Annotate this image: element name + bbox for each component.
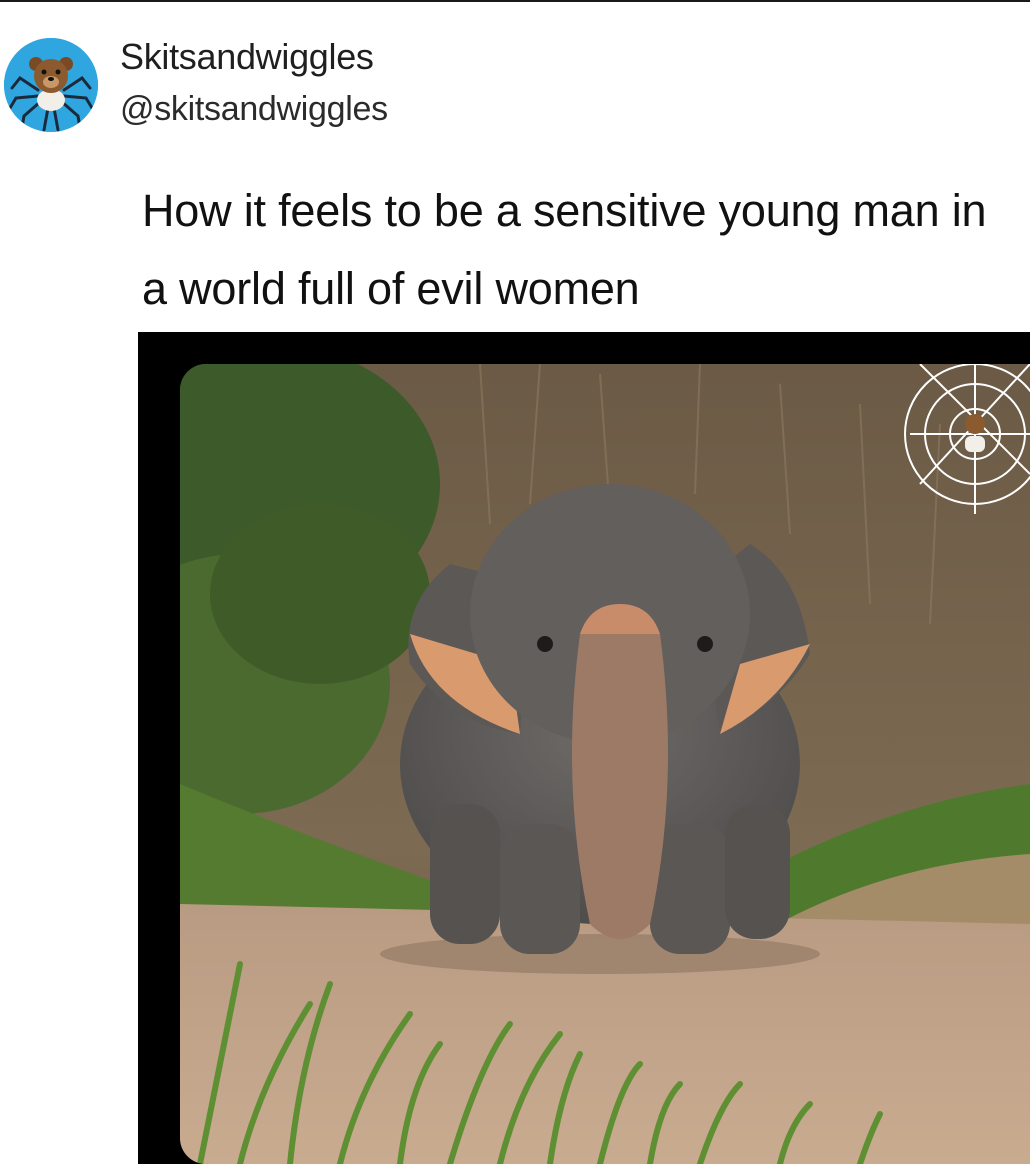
author-display-name[interactable]: Skitsandwiggles xyxy=(120,36,374,78)
bear-spider-avatar-icon xyxy=(4,38,98,132)
tweet-text: How it feels to be a sensitive young man… xyxy=(142,185,987,314)
author-avatar[interactable] xyxy=(4,38,98,132)
author-handle[interactable]: @skitsandwiggles xyxy=(120,90,388,129)
tweet-media[interactable] xyxy=(138,332,1030,1164)
elephant-photo xyxy=(180,364,1030,1164)
top-divider xyxy=(0,0,1030,2)
